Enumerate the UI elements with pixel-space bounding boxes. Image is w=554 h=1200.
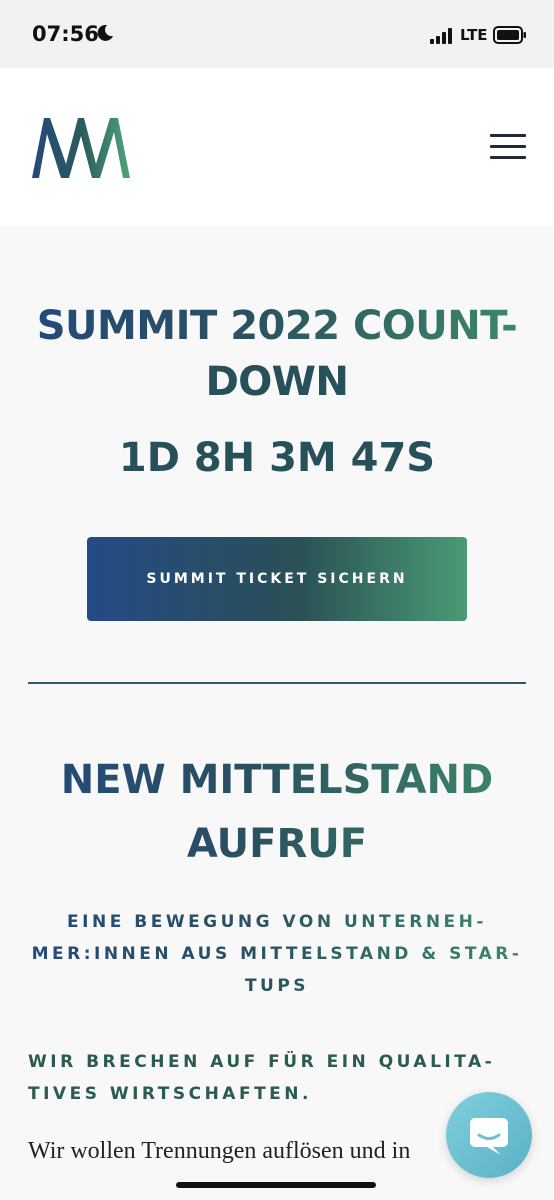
- countdown-title: SUMMIT 2022 COUNT- DOWN: [20, 298, 534, 410]
- status-time: 07:56: [32, 22, 99, 46]
- countdown-title-line: SUMMIT 2022 COUNT-: [36, 303, 518, 349]
- aufruf-title-line: AUFRUF: [186, 821, 368, 867]
- subtitle-line: MER:INNEN AUS MITTELSTAND & STAR-: [31, 944, 523, 964]
- chat-button[interactable]: [446, 1092, 532, 1178]
- summit-ticket-button[interactable]: SUMMIT TICKET SICHERN: [87, 537, 467, 621]
- countdown-title-line: DOWN: [205, 359, 349, 405]
- chat-bubble-icon: [467, 1114, 511, 1163]
- battery-icon: [493, 26, 527, 49]
- subtitle-line: EINE BEWEGUNG VON UNTERNEH-: [67, 912, 487, 932]
- moon-icon: [96, 24, 114, 47]
- nm-logo[interactable]: [30, 114, 140, 185]
- home-indicator: [176, 1182, 376, 1188]
- body-paragraph: Wir wollen Trennungen auflösen und in: [28, 1138, 411, 1164]
- aufruf-title-line: NEW MITTELSTAND: [60, 757, 494, 803]
- status-bar: 07:56 LTE: [0, 0, 554, 68]
- site-header: [0, 68, 554, 226]
- hamburger-menu-icon[interactable]: [490, 134, 526, 160]
- heading-line: TIVES WIRTSCHAFTEN.: [28, 1084, 312, 1104]
- signal-icon: [430, 28, 454, 49]
- subtitle-line: TUPS: [244, 976, 310, 996]
- network-label: LTE: [460, 26, 488, 44]
- countdown-timer: 1D 8H 3M 47S: [118, 435, 436, 481]
- section-divider: [28, 682, 526, 684]
- aufruf-subtitle: EINE BEWEGUNG VON UNTERNEH- MER:INNEN AU…: [24, 906, 530, 1002]
- aufruf-title: NEW MITTELSTAND AUFRUF: [20, 748, 534, 876]
- heading-line: WIR BRECHEN AUF FÜR EIN QUALITA-: [28, 1052, 496, 1072]
- section-heading: WIR BRECHEN AUF FÜR EIN QUALITA- TIVES W…: [28, 1046, 528, 1110]
